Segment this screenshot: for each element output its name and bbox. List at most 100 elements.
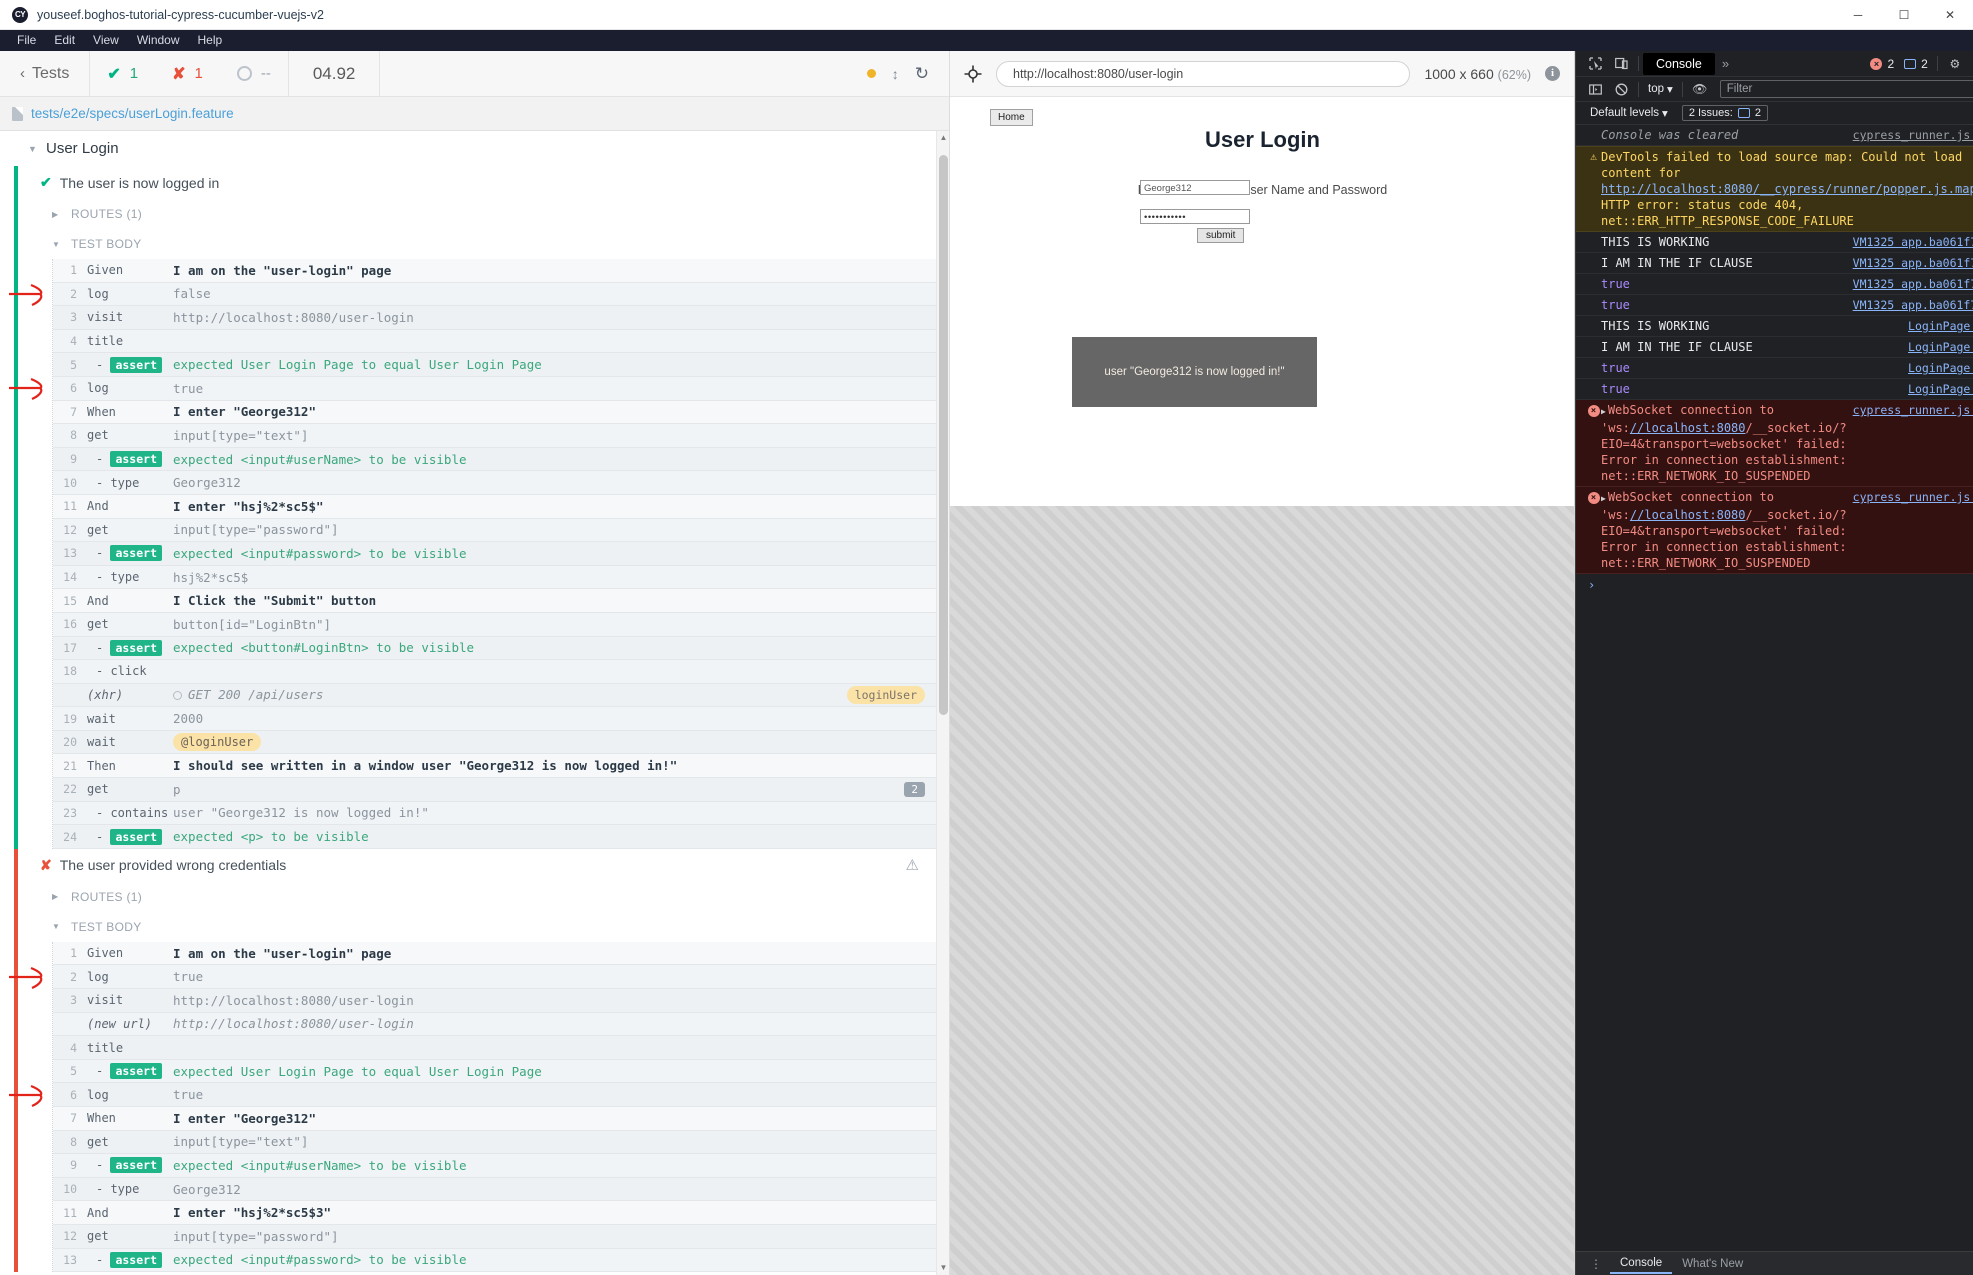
scrollbar-thumb[interactable] xyxy=(939,155,948,715)
console-source-link[interactable]: LoginPage.vue:78 xyxy=(1908,381,1973,397)
command-row[interactable]: 10 - type George312 xyxy=(53,471,949,495)
test-title[interactable]: ✔ The user is now logged in xyxy=(0,166,949,199)
socket-url-link[interactable]: //localhost:8080 xyxy=(1630,508,1746,522)
command-row[interactable]: 3 visit http://localhost:8080/user-login xyxy=(53,989,949,1013)
command-row[interactable]: 5 - assert expected User Login Page to equ… xyxy=(53,353,949,377)
gear-icon[interactable]: ⚙ xyxy=(1942,51,1968,77)
tab-console[interactable]: Console xyxy=(1643,52,1715,75)
menu-item-file[interactable]: File xyxy=(8,30,45,51)
test-title[interactable]: ✘ The user provided wrong credentials ⚠ xyxy=(0,849,949,882)
test-body-header[interactable]: ▼ TEST BODY xyxy=(0,912,949,942)
expand-triangle-icon[interactable]: ▶ xyxy=(1601,494,1606,503)
reporter-scrollbar[interactable]: ▲ ▼ xyxy=(936,131,949,1275)
console-source-link[interactable]: LoginPage.vue:77 xyxy=(1908,360,1973,376)
command-row[interactable]: 11 And I enter "hsj%2*sc5$" xyxy=(53,494,949,519)
password-input[interactable]: ••••••••••• xyxy=(1140,209,1250,224)
auto-scroll-indicator-icon[interactable] xyxy=(866,69,876,78)
submit-button[interactable]: submit xyxy=(1197,228,1245,243)
command-row[interactable]: 15 And I Click the "Submit" button xyxy=(53,589,949,613)
command-row[interactable]: 9 - assert expected <input#userName> to be… xyxy=(53,1154,949,1178)
command-row[interactable]: 7 When I enter "George312" xyxy=(53,1107,949,1131)
console-source-link[interactable]: VM1325 app.ba061f7a.js:1 xyxy=(1853,297,1973,313)
spec-file-link[interactable]: tests/e2e/specs/userLogin.feature xyxy=(31,106,234,121)
kebab-menu-icon[interactable]: ⋮ xyxy=(1968,51,1973,77)
command-row[interactable]: (xhr) GET 200 /api/users loginUser xyxy=(53,683,949,708)
command-row[interactable]: 4 title xyxy=(53,329,949,354)
command-row[interactable]: 12 get input[type="password"] xyxy=(53,1224,949,1249)
command-row[interactable]: 4 title xyxy=(53,1036,949,1060)
more-tabs-icon[interactable]: » xyxy=(1715,56,1736,71)
command-row[interactable]: 3 visit http://localhost:8080/user-login xyxy=(53,306,949,330)
execution-context-dropdown[interactable]: top ▾ xyxy=(1643,82,1678,96)
drawer-tab-console[interactable]: Console xyxy=(1610,1254,1673,1274)
suite-title[interactable]: ▼ User Login xyxy=(0,131,949,166)
inspect-element-icon[interactable] xyxy=(1582,51,1608,77)
issues-badge[interactable]: 2 Issues: 2 xyxy=(1681,105,1768,121)
command-row[interactable]: 5 - assert expected User Login Page to equ… xyxy=(53,1059,949,1084)
console-source-link[interactable]: VM1325 app.ba061f7a.js:1 xyxy=(1853,276,1973,292)
command-row[interactable]: 16 get button[id="LoginBtn"] xyxy=(53,612,949,637)
console-source-link[interactable]: cypress_runner.js:198198 xyxy=(1853,402,1973,484)
command-row[interactable]: 18 - click xyxy=(53,660,949,684)
home-button[interactable]: Home xyxy=(990,109,1033,126)
command-row[interactable]: 23 - contains user "George312 is now logge… xyxy=(53,801,949,826)
drawer-kebab-icon[interactable]: ⋮ xyxy=(1582,1257,1610,1271)
command-row[interactable]: 1 Given I am on the "user-login" page xyxy=(53,259,949,283)
scroll-up-icon[interactable]: ▲ xyxy=(937,131,949,145)
command-row[interactable]: 9 - assert expected <input#userName> to be… xyxy=(53,447,949,472)
menu-item-help[interactable]: Help xyxy=(189,30,232,51)
aut-url-input[interactable]: http://localhost:8080/user-login xyxy=(996,60,1411,87)
command-row[interactable]: 17 - assert expected <button#LoginBtn> to … xyxy=(53,636,949,661)
command-row[interactable]: 6 log true xyxy=(9,376,949,401)
close-icon[interactable]: ✕ xyxy=(1927,0,1973,30)
scroll-down-icon[interactable]: ▼ xyxy=(937,1261,949,1275)
console-source-link[interactable]: VM1325 app.ba061f7a.js:1 xyxy=(1853,255,1973,271)
menu-item-view[interactable]: View xyxy=(84,30,128,51)
command-row[interactable]: 2 log true xyxy=(9,965,949,990)
username-input[interactable]: George312 xyxy=(1140,180,1250,195)
routes-header[interactable]: ▶ ROUTES (1) xyxy=(0,882,949,912)
routes-header[interactable]: ▶ ROUTES (1) xyxy=(0,199,949,229)
console-source-link[interactable]: LoginPage.vue:46 xyxy=(1908,318,1973,334)
command-row[interactable]: 6 log true xyxy=(9,1083,949,1107)
log-levels-dropdown[interactable]: Default levels ▾ xyxy=(1585,106,1673,120)
command-row[interactable]: 11 And I enter "hsj%2*sc5$3" xyxy=(53,1201,949,1225)
command-row[interactable]: 7 When I enter "George312" xyxy=(53,400,949,425)
auto-scroll-icon[interactable]: ↕ xyxy=(892,66,899,82)
message-count-badge[interactable]: 2 xyxy=(1899,56,1933,72)
console-filter-input[interactable]: Filter xyxy=(1719,80,1973,98)
back-to-tests-button[interactable]: ‹ Tests xyxy=(0,51,89,97)
command-row[interactable]: 21 Then I should see written in a window u… xyxy=(53,754,949,779)
warning-triangle-icon[interactable]: ⚠ xyxy=(906,856,919,874)
console-prompt[interactable]: › xyxy=(1576,574,1973,596)
command-row[interactable]: 20 wait @loginUser xyxy=(53,730,949,755)
error-count-badge[interactable]: × 2 xyxy=(1865,56,1899,72)
device-toolbar-icon[interactable] xyxy=(1608,51,1634,77)
console-sidebar-icon[interactable] xyxy=(1582,76,1608,102)
info-icon[interactable]: i xyxy=(1545,66,1560,81)
menu-item-window[interactable]: Window xyxy=(128,30,189,51)
command-row[interactable]: 8 get input[type="text"] xyxy=(53,424,949,448)
command-row[interactable]: (new url) http://localhost:8080/user-logi… xyxy=(53,1012,949,1037)
console-source-link[interactable]: cypress_runner.js:198198 xyxy=(1853,489,1973,571)
command-row[interactable]: 8 get input[type="text"] xyxy=(53,1130,949,1155)
menu-item-edit[interactable]: Edit xyxy=(45,30,84,51)
source-link[interactable]: http://localhost:8080/__cypress/runner/p… xyxy=(1601,182,1973,196)
console-source-link[interactable]: cypress_runner.js:193307 xyxy=(1853,127,1973,143)
command-row[interactable]: 13 - assert expected <input#password> to b… xyxy=(53,542,949,566)
command-row[interactable]: 12 get input[type="password"] xyxy=(53,518,949,543)
expand-triangle-icon[interactable]: ▶ xyxy=(1601,407,1606,416)
restart-icon[interactable]: ↻ xyxy=(915,64,929,84)
console-source-link[interactable]: VM1325 app.ba061f7a.js:1 xyxy=(1853,234,1973,250)
command-row[interactable]: 24 - assert expected <p> to be visible xyxy=(53,825,949,849)
console-source-link[interactable]: LoginPage.vue:48 xyxy=(1908,339,1973,355)
command-row[interactable]: 1 Given I am on the "user-login" page xyxy=(53,941,949,966)
command-row[interactable]: 13 - assert expected <input#password> to b… xyxy=(53,1248,949,1273)
selector-playground-icon[interactable] xyxy=(964,65,982,83)
command-row[interactable]: 14 - type hsj%2*sc5$ xyxy=(53,565,949,590)
maximize-icon[interactable]: ☐ xyxy=(1881,0,1927,30)
minimize-icon[interactable]: ─ xyxy=(1835,0,1881,30)
socket-url-link[interactable]: //localhost:8080 xyxy=(1630,421,1746,435)
command-row[interactable]: 19 wait 2000 xyxy=(53,707,949,731)
drawer-tab-whats-new[interactable]: What's New xyxy=(1672,1255,1753,1273)
